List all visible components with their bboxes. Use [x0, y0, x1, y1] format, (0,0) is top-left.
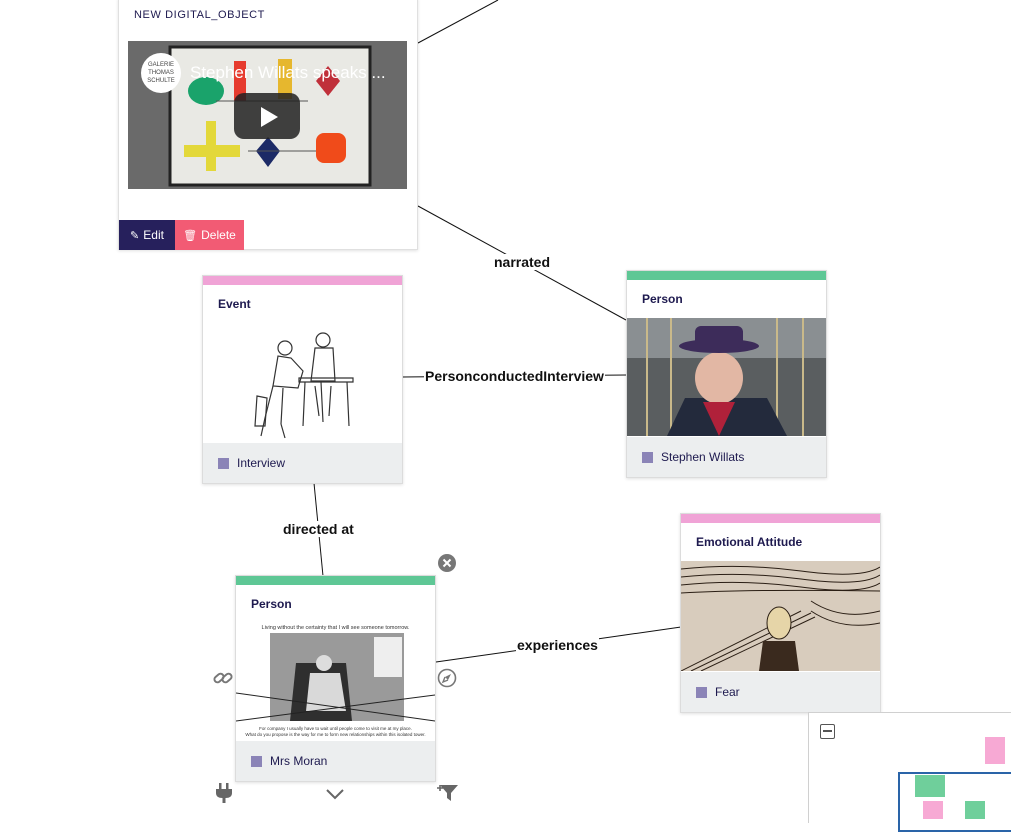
node-label[interactable]: Stephen Willats — [661, 450, 744, 464]
node-footer: Mrs Moran — [236, 741, 435, 781]
image-caption-top: Living without the certainty that I will… — [261, 625, 410, 631]
node-card-event[interactable]: Event Interview — [202, 275, 403, 484]
node-card-person-mrs-moran[interactable]: Person Living without the certainty that… — [235, 575, 436, 782]
node-type-bar — [203, 276, 402, 285]
edge-top-line — [417, 0, 499, 44]
node-type: Person — [251, 597, 292, 611]
node-label[interactable]: Mrs Moran — [270, 754, 327, 768]
minimap-node — [923, 801, 943, 819]
node-type: Event — [218, 297, 251, 311]
node-image-mrs-moran: Living without the certainty that I will… — [236, 623, 435, 741]
trash-icon: 🗑 — [183, 229, 198, 242]
minimap-node — [915, 775, 945, 797]
edge-label-experiences[interactable]: experiences — [516, 637, 599, 653]
video-embed[interactable]: GALERIE THOMAS SCHULTE Stephen Willats s… — [128, 41, 407, 189]
minimap-node — [985, 737, 1005, 764]
node-type-bar — [681, 514, 880, 523]
video-title[interactable]: Stephen Willats speaks ... — [190, 63, 386, 83]
minimap-node — [965, 801, 985, 819]
link-icon[interactable] — [212, 668, 234, 691]
chevron-down-icon[interactable] — [325, 786, 345, 804]
node-type-bar — [627, 271, 826, 280]
node-image-fear — [681, 561, 880, 671]
node-type: Emotional Attitude — [696, 535, 803, 549]
edge-label-narrated[interactable]: narrated — [493, 254, 552, 270]
node-card-person-stephen-willats[interactable]: Person Stephen Willats — [626, 270, 827, 478]
node-image-interview — [203, 326, 402, 446]
node-footer: Interview — [203, 443, 402, 483]
image-caption-bottom: For company I usually have to wait until… — [236, 726, 435, 738]
edge-label-directed-at[interactable]: directed at — [282, 521, 355, 537]
graph-canvas[interactable]: narrated PersonconductedInterview direct… — [0, 0, 1011, 832]
node-type-bar — [236, 576, 435, 585]
filter-add-icon[interactable] — [436, 782, 460, 807]
node-marker — [642, 451, 653, 463]
node-type: Person — [642, 292, 683, 306]
plug-icon[interactable] — [214, 782, 234, 807]
photo-mrs-moran — [236, 633, 435, 722]
node-marker — [696, 686, 707, 698]
minus-square-icon[interactable] — [820, 724, 835, 739]
digital-object-card[interactable]: NEW DIGITAL_OBJECT GALERIE THOMAS SCHULT… — [118, 0, 418, 250]
navigate-icon[interactable] — [437, 668, 457, 691]
node-image-stephen-willats — [627, 318, 826, 436]
node-card-emotional-attitude[interactable]: Emotional Attitude Fear — [680, 513, 881, 713]
edit-button[interactable]: ✎ Edit — [119, 220, 175, 250]
minimap[interactable] — [808, 712, 1011, 832]
node-label[interactable]: Fear — [715, 685, 740, 699]
gallery-logo: GALERIE THOMAS SCHULTE — [141, 53, 181, 93]
node-footer: Stephen Willats — [627, 437, 826, 477]
node-marker — [251, 755, 262, 767]
node-label[interactable]: Interview — [237, 456, 285, 470]
node-footer: Fear — [681, 672, 880, 712]
digital-object-title: NEW DIGITAL_OBJECT — [134, 9, 265, 21]
edge-label-person-conducted-interview[interactable]: PersonconductedInterview — [424, 368, 605, 384]
close-icon[interactable] — [437, 553, 457, 576]
pencil-icon: ✎ — [130, 229, 140, 242]
node-marker — [218, 457, 229, 469]
edit-button-label: Edit — [143, 228, 164, 242]
delete-button-label: Delete — [201, 228, 236, 242]
play-icon[interactable] — [234, 93, 300, 139]
delete-button[interactable]: 🗑 Delete — [175, 220, 244, 250]
image-caption-bottom-2: What do you propose is the way for me to… — [245, 732, 426, 737]
